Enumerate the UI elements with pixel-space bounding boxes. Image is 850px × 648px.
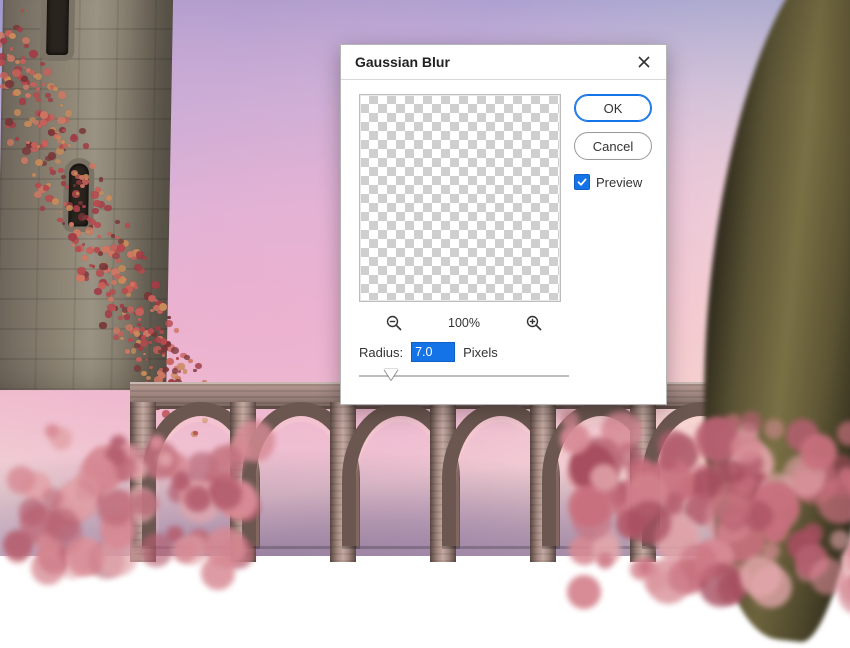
stone-bridge [130, 382, 750, 562]
zoom-out-icon [385, 314, 403, 332]
zoom-percent: 100% [448, 316, 480, 330]
ok-button[interactable]: OK [574, 94, 652, 122]
cancel-button[interactable]: Cancel [574, 132, 652, 160]
zoom-in-icon [525, 314, 543, 332]
radius-label: Radius: [359, 345, 403, 360]
checkmark-icon [577, 177, 587, 187]
radius-input[interactable] [411, 342, 455, 362]
zoom-in-button[interactable] [525, 314, 543, 332]
dialog-titlebar[interactable]: Gaussian Blur [341, 45, 666, 80]
filter-preview[interactable] [359, 94, 561, 302]
gaussian-blur-dialog: Gaussian Blur 100% [340, 44, 667, 405]
zoom-out-button[interactable] [385, 314, 403, 332]
castle-tower [0, 0, 174, 390]
radius-unit: Pixels [463, 345, 498, 360]
dialog-title: Gaussian Blur [355, 54, 450, 70]
close-icon [638, 56, 650, 68]
radius-slider[interactable] [359, 366, 569, 386]
preview-checkbox-row[interactable]: Preview [574, 174, 652, 190]
preview-checkbox[interactable] [574, 174, 590, 190]
slider-thumb[interactable] [384, 369, 398, 380]
radius-row: Radius: Pixels [359, 342, 652, 362]
zoom-controls: 100% [359, 312, 569, 342]
cancel-button-label: Cancel [593, 139, 633, 154]
ok-button-label: OK [604, 101, 623, 116]
close-button[interactable] [630, 48, 658, 76]
preview-checkbox-label: Preview [596, 175, 642, 190]
